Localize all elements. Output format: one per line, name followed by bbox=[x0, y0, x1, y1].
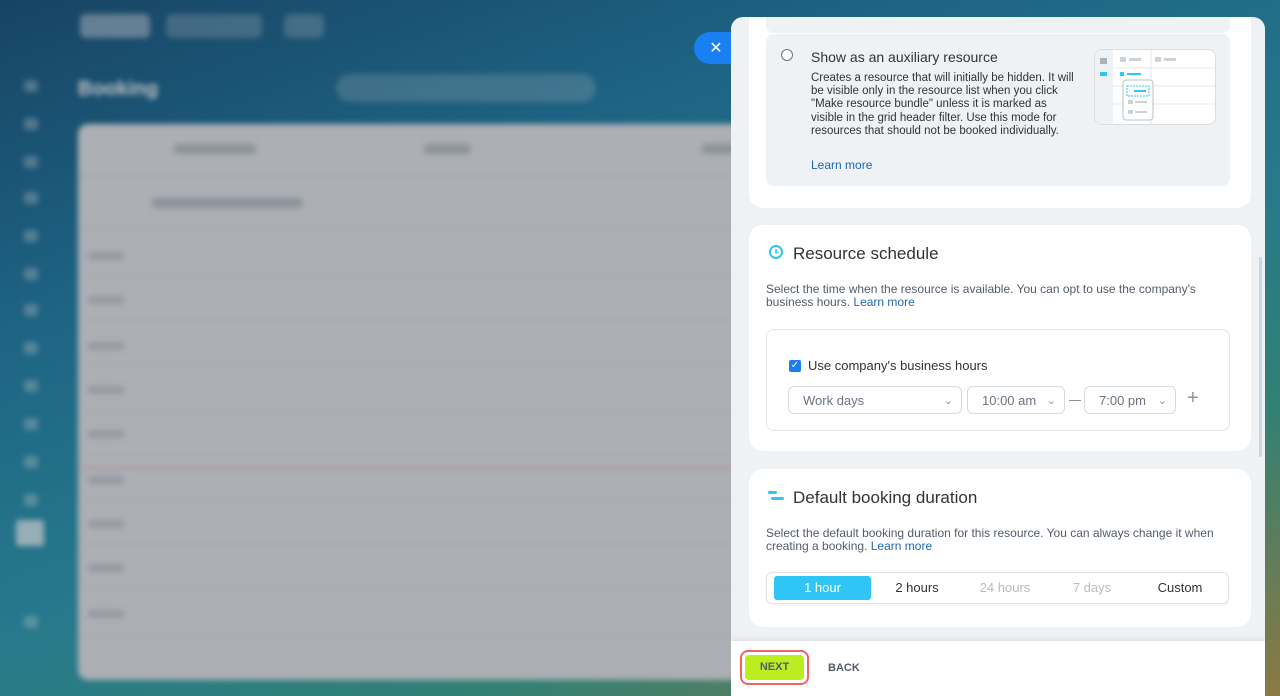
schedule-description: Select the time when the resource is ava… bbox=[766, 282, 1196, 309]
auxiliary-resource-radio[interactable] bbox=[781, 49, 793, 61]
next-button[interactable]: NEXT bbox=[745, 655, 804, 680]
use-business-hours-checkbox[interactable]: ✓ bbox=[789, 360, 801, 372]
duration-description: Select the default booking duration for … bbox=[766, 526, 1214, 553]
clock-icon bbox=[769, 245, 783, 259]
duration-bars-icon bbox=[768, 491, 784, 500]
duration-option-custom[interactable]: Custom bbox=[1137, 576, 1223, 600]
end-time-select[interactable]: 7:00 pm ⌄ bbox=[1084, 386, 1176, 414]
panel-footer: NEXT BACK bbox=[731, 641, 1265, 696]
duration-option-24-hours: 24 hours bbox=[979, 580, 1031, 595]
duration-option-7-days: 7 days bbox=[1072, 580, 1112, 595]
auxiliary-learn-more-link[interactable]: Learn more bbox=[811, 158, 872, 172]
duration-title: Default booking duration bbox=[793, 488, 978, 507]
start-time-select[interactable]: 10:00 am ⌄ bbox=[967, 386, 1065, 414]
chevron-down-icon: ⌄ bbox=[1157, 395, 1167, 407]
close-icon: ✕ bbox=[709, 40, 723, 57]
business-hours-box: ✓ Use company's business hours Work days… bbox=[766, 329, 1230, 431]
schedule-title: Resource schedule bbox=[793, 244, 939, 263]
auxiliary-resource-description: Creates a resource that will initially b… bbox=[811, 72, 1074, 137]
resource-type-card: Show as an auxiliary resource Creates a … bbox=[749, 17, 1251, 208]
next-button-highlight: NEXT bbox=[740, 650, 809, 685]
chevron-down-icon: ⌄ bbox=[943, 395, 953, 407]
time-range-dash bbox=[1069, 400, 1081, 401]
duration-option-2-hours[interactable]: 2 hours bbox=[871, 576, 963, 600]
duration-segmented-control: 1 hour 2 hours 24 hours 7 days Custom bbox=[766, 572, 1229, 604]
add-time-range-icon[interactable]: + bbox=[1187, 388, 1199, 408]
back-button[interactable]: BACK bbox=[828, 662, 860, 674]
auxiliary-resource-title: Show as an auxiliary resource bbox=[811, 49, 998, 65]
auxiliary-preview-image bbox=[1094, 49, 1216, 125]
schedule-learn-more-link[interactable]: Learn more bbox=[853, 295, 914, 309]
resource-schedule-card: Resource schedule Select the time when t… bbox=[749, 225, 1251, 451]
chevron-down-icon: ⌄ bbox=[1046, 395, 1056, 407]
work-days-select[interactable]: Work days ⌄ bbox=[788, 386, 962, 414]
panel-scrollbar[interactable] bbox=[1259, 257, 1262, 457]
auxiliary-resource-option[interactable]: Show as an auxiliary resource Creates a … bbox=[766, 34, 1230, 186]
default-duration-card: Default booking duration Select the defa… bbox=[749, 469, 1251, 627]
duration-option-1-hour[interactable]: 1 hour bbox=[774, 576, 871, 600]
duration-learn-more-link[interactable]: Learn more bbox=[871, 539, 932, 553]
use-business-hours-label[interactable]: Use company's business hours bbox=[808, 358, 988, 373]
resource-settings-panel: Show as an auxiliary resource Creates a … bbox=[731, 17, 1265, 696]
